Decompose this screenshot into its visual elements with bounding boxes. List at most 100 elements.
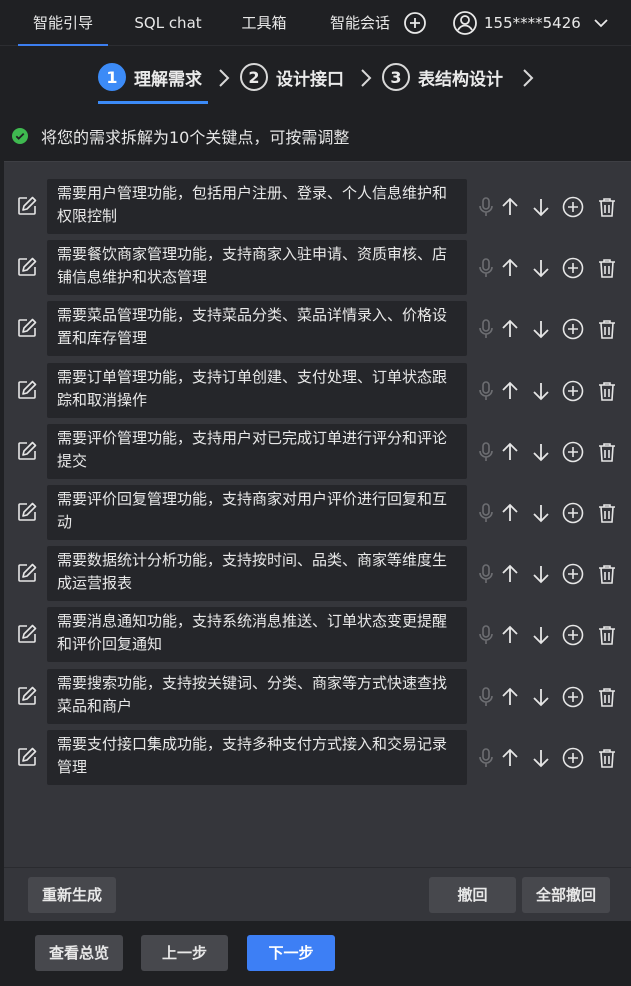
arrow-down-icon[interactable] [529,685,553,709]
arrow-up-icon[interactable] [498,623,522,647]
add-circle-icon[interactable] [561,501,585,525]
trash-icon[interactable] [595,501,619,525]
trash-icon[interactable] [595,256,619,280]
requirement-text[interactable]: 需要评价回复管理功能，支持商家对用户评价进行回复和互动 [47,485,467,540]
add-circle-icon[interactable] [561,746,585,770]
arrow-up-icon[interactable] [498,685,522,709]
arrow-down-icon[interactable] [529,623,553,647]
edit-icon[interactable] [16,501,38,523]
user-avatar-icon [453,11,477,35]
requirement-text[interactable]: 需要搜索功能，支持按关键词、分类、商家等方式快速查找菜品和商户 [47,669,467,724]
microphone-icon[interactable] [474,623,498,647]
step-design-api[interactable]: 2 设计接口 [240,62,344,92]
arrow-up-icon[interactable] [498,746,522,770]
trash-icon[interactable] [595,195,619,219]
microphone-icon[interactable] [474,195,498,219]
step-indicator: 1 理解需求 2 设计接口 3 表结构设计 [0,46,631,112]
microphone-icon[interactable] [474,501,498,525]
status-line: 将您的需求拆解为10个关键点，可按需调整 [0,112,631,160]
arrow-up-icon[interactable] [498,440,522,464]
arrow-down-icon[interactable] [529,195,553,219]
add-chat-icon[interactable] [403,11,427,35]
add-circle-icon[interactable] [561,195,585,219]
add-circle-icon[interactable] [561,562,585,586]
trash-icon[interactable] [595,746,619,770]
microphone-icon[interactable] [474,746,498,770]
step-understand[interactable]: 1 理解需求 [98,62,202,92]
edit-icon[interactable] [16,562,38,584]
next-step-button[interactable]: 下一步 [247,935,335,971]
requirement-text[interactable]: 需要餐饮商家管理功能，支持商家入驻申请、资质审核、店铺信息维护和状态管理 [47,240,467,295]
arrow-down-icon[interactable] [529,379,553,403]
edit-icon[interactable] [16,623,38,645]
microphone-icon[interactable] [474,317,498,341]
microphone-icon[interactable] [474,562,498,586]
trash-icon[interactable] [595,379,619,403]
requirement-text[interactable]: 需要评价管理功能，支持用户对已完成订单进行评分和评论提交 [47,424,467,479]
arrow-up-icon[interactable] [498,256,522,280]
requirement-row: 需要搜索功能，支持按关键词、分类、商家等方式快速查找菜品和商户 [4,669,631,724]
edit-icon[interactable] [16,256,38,278]
add-circle-icon[interactable] [561,256,585,280]
footer: 查看总览 上一步 下一步 [0,921,631,986]
edit-icon[interactable] [16,195,38,217]
tab-toolbox[interactable]: 工具箱 [232,0,296,46]
arrow-down-icon[interactable] [529,746,553,770]
requirement-row: 需要数据统计分析功能，支持按时间、品类、商家等维度生成运营报表 [4,546,631,601]
edit-icon[interactable] [16,317,38,339]
add-circle-icon[interactable] [561,623,585,647]
add-circle-icon[interactable] [561,440,585,464]
edit-icon[interactable] [16,379,38,401]
step-label: 设计接口 [276,69,344,90]
trash-icon[interactable] [595,317,619,341]
add-circle-icon[interactable] [561,685,585,709]
requirement-text[interactable]: 需要菜品管理功能，支持菜品分类、菜品详情录入、价格设置和库存管理 [47,301,467,356]
trash-icon[interactable] [595,562,619,586]
arrow-down-icon[interactable] [529,562,553,586]
microphone-icon[interactable] [474,256,498,280]
edit-icon[interactable] [16,746,38,768]
undo-all-button[interactable]: 全部撤回 [522,877,610,913]
edit-icon[interactable] [16,685,38,707]
step-number: 2 [240,63,268,91]
active-step-underline [98,101,208,104]
arrow-down-icon[interactable] [529,440,553,464]
requirement-text[interactable]: 需要数据统计分析功能，支持按时间、品类、商家等维度生成运营报表 [47,546,467,601]
user-phone: 155****5426 [484,14,581,32]
chevron-down-icon[interactable] [593,15,609,31]
tab-sql-chat[interactable]: SQL chat [124,0,212,46]
requirement-text[interactable]: 需要订单管理功能，支持订单创建、支付处理、订单状态跟踪和取消操作 [47,363,467,418]
edit-icon[interactable] [16,440,38,462]
arrow-down-icon[interactable] [529,501,553,525]
add-circle-icon[interactable] [561,317,585,341]
trash-icon[interactable] [595,685,619,709]
user-menu[interactable]: 155****5426 [452,0,609,46]
prev-step-button[interactable]: 上一步 [141,935,228,971]
arrow-up-icon[interactable] [498,379,522,403]
microphone-icon[interactable] [474,440,498,464]
regenerate-button[interactable]: 重新生成 [28,877,116,913]
requirements-panel: 需要用户管理功能，包括用户注册、登录、个人信息维护和权限控制 需要餐饮商家管理功… [4,161,631,867]
view-overview-button[interactable]: 查看总览 [35,935,123,971]
requirement-text[interactable]: 需要用户管理功能，包括用户注册、登录、个人信息维护和权限控制 [47,179,467,234]
microphone-icon[interactable] [474,685,498,709]
arrow-up-icon[interactable] [498,195,522,219]
microphone-icon[interactable] [474,379,498,403]
arrow-up-icon[interactable] [498,317,522,341]
undo-button[interactable]: 撤回 [429,877,516,913]
tab-smart-chat[interactable]: 智能会话 [322,0,398,46]
trash-icon[interactable] [595,623,619,647]
add-circle-icon[interactable] [561,379,585,403]
action-bar: 重新生成 撤回 全部撤回 [4,867,631,921]
requirement-text[interactable]: 需要消息通知功能，支持系统消息推送、订单状态变更提醒和评价回复通知 [47,607,467,662]
requirement-row: 需要消息通知功能，支持系统消息推送、订单状态变更提醒和评价回复通知 [4,607,631,662]
step-table-design[interactable]: 3 表结构设计 [382,62,503,92]
tab-smart-guide[interactable]: 智能引导 [18,0,108,46]
requirement-text[interactable]: 需要支付接口集成功能，支持多种支付方式接入和交易记录管理 [47,730,467,785]
arrow-down-icon[interactable] [529,256,553,280]
arrow-down-icon[interactable] [529,317,553,341]
trash-icon[interactable] [595,440,619,464]
arrow-up-icon[interactable] [498,501,522,525]
chevron-right-icon [219,69,230,87]
arrow-up-icon[interactable] [498,562,522,586]
